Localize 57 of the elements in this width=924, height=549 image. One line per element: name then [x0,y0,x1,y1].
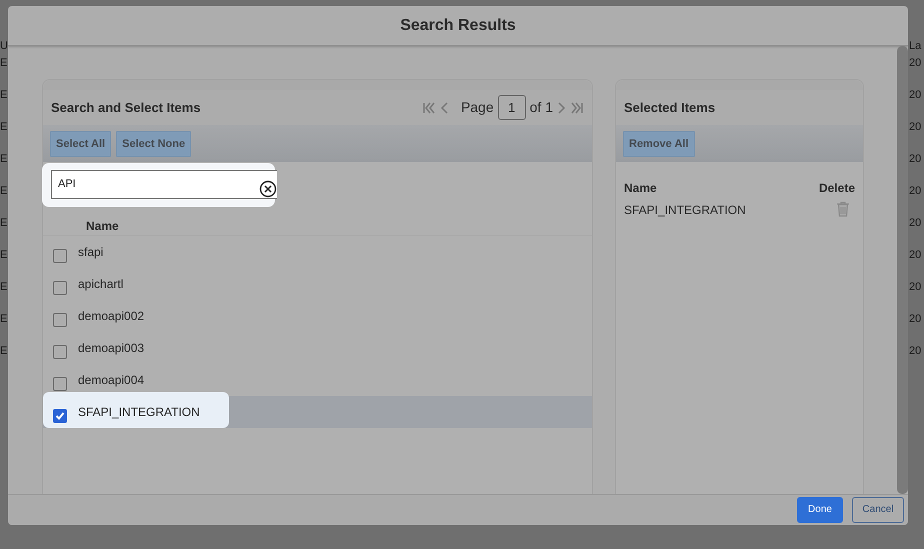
first-page-icon[interactable] [422,100,436,114]
table-cell-text: E [0,184,8,199]
column-header: Delete [818,180,855,197]
clear-icon[interactable] [259,180,277,198]
table-cell-text: E [0,120,8,135]
item-name: sfapi [78,244,104,261]
search-field[interactable]: API [51,170,277,199]
item-name: SFAPI_INTEGRATION [624,202,746,219]
table-cell-text: E [0,56,8,71]
table-cell-text: 20 [909,152,922,167]
item-name: demoapi002 [78,308,144,325]
panel-title: Search and Select Items [51,98,201,117]
checkbox[interactable] [53,249,67,263]
column-header: Name [624,180,657,197]
table-cell-text: 20 [909,280,922,295]
table-cell-text: E [0,248,8,263]
column-header: Name [86,218,119,235]
column-header: La [909,39,922,54]
dialog-button[interactable]: Cancel [852,497,904,523]
checkbox[interactable] [53,281,67,295]
scrollbar[interactable] [897,46,908,494]
table-cell-text: E [0,312,8,327]
table-cell-text: E [0,216,8,231]
page-label: Page [460,98,494,117]
trash-icon[interactable] [836,201,850,217]
table-cell-text: E [0,344,8,359]
checkbox[interactable] [53,345,67,359]
last-page-icon[interactable] [570,100,584,114]
dialog-title: Search Results [400,16,516,36]
table-cell-text: 20 [909,56,922,71]
toolbar-button[interactable]: Remove All [623,130,695,156]
table-cell-text: 20 [909,88,922,103]
table-cell-text: 20 [909,184,922,199]
checkbox[interactable] [53,313,67,327]
page-number-field[interactable]: 1 [498,95,526,120]
table-cell-text: 20 [909,120,922,135]
previous-page-icon[interactable] [440,100,449,114]
table-cell-text: 20 [909,248,922,263]
table-cell-text: 20 [909,344,922,359]
page-count: of 1 [530,98,553,117]
next-page-icon[interactable] [557,100,566,114]
toolbar-button[interactable]: Select All [50,130,112,156]
table-cell-text: 20 [909,312,922,327]
dialog-button[interactable]: Done [797,497,843,523]
panel-title: Selected Items [624,98,716,117]
item-name: demoapi004 [78,372,144,389]
table-cell-text: E [0,280,8,295]
table-cell-text: E [0,152,8,167]
table-cell-text: E [0,88,8,103]
checkbox[interactable] [53,377,67,391]
item-name: apichartl [78,276,124,293]
item-name: SFAPI_INTEGRATION [78,404,200,421]
item-name: demoapi003 [78,340,144,357]
column-header: U [0,39,8,54]
toolbar-button[interactable]: Select None [116,130,192,156]
checkbox[interactable] [53,409,67,423]
table-cell-text: 20 [909,216,922,231]
